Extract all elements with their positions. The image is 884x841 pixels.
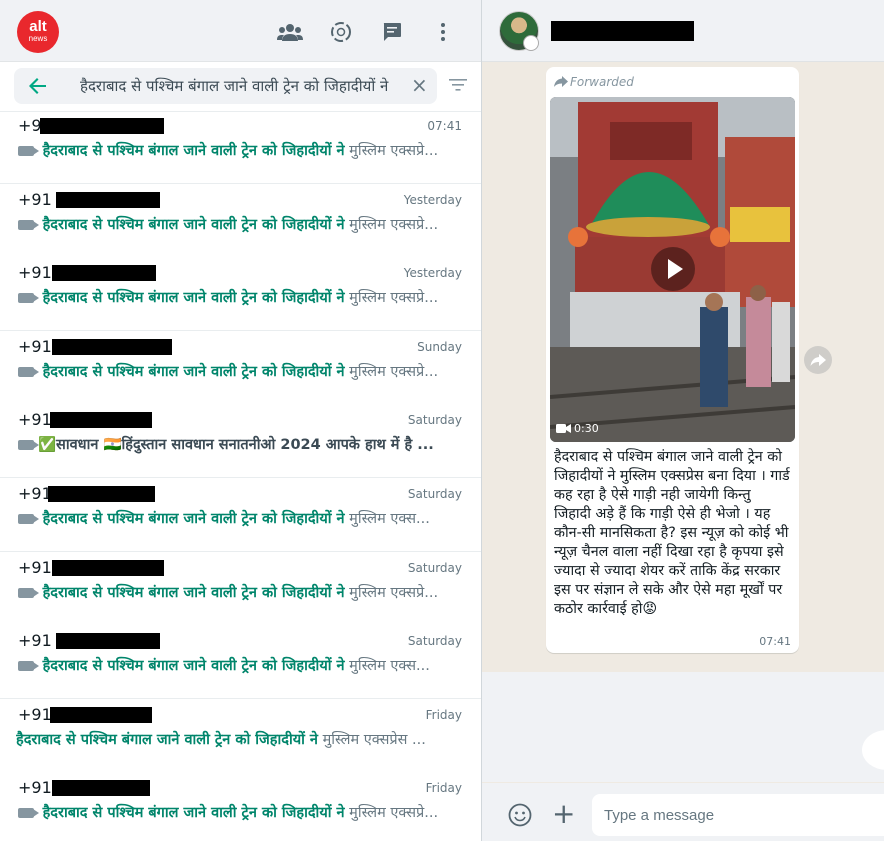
search-input[interactable]: हैदराबाद से पश्चिम बंगाल जाने वाली ट्रेन… [14, 68, 437, 104]
share-arrow-icon [810, 354, 826, 366]
redaction-bar [551, 21, 694, 41]
video-duration: 0:30 [574, 422, 599, 435]
chat-list-pane: alt news हैदराबाद से पश्चिम बंगाल जाने व… [0, 0, 481, 841]
chat-time: Saturday [407, 487, 462, 501]
chat-preview: हैदराबाद से पश्चिम बंगाल जाने वाली ट्रेन… [18, 582, 460, 604]
search-query[interactable]: हैदराबाद से पश्चिम बंगाल जाने वाली ट्रेन… [80, 76, 406, 96]
chat-row[interactable]: +91 8 Saturday हैदराबाद से पश्चिम बंगाल … [0, 625, 481, 699]
conversation-pane: Forwarded 0:30 हैदराबाद से पश्चिम बंगाल … [481, 0, 884, 841]
message-input[interactable] [592, 794, 884, 836]
message-time: 07:41 [759, 635, 791, 648]
emoji-icon[interactable] [508, 803, 532, 827]
chat-time: Sunday [417, 340, 462, 354]
chat-name: +91 [18, 337, 52, 356]
chat-preview: हैदराबाद से पश्चिम बंगाल जाने वाली ट्रेन… [18, 140, 460, 162]
chat-preview: हैदराबाद से पश्चिम बंगाल जाने वाली ट्रेन… [18, 214, 460, 236]
left-header: alt news [0, 0, 481, 62]
redaction-bar [50, 412, 152, 428]
attach-button[interactable]: + [552, 800, 575, 828]
video-icon [18, 440, 39, 450]
chat-row[interactable]: +91 Yesterday हैदराबाद से पश्चिम बंगाल ज… [0, 257, 481, 331]
redaction-bar [48, 486, 155, 502]
chat-name: +91 [18, 484, 52, 503]
video-icon [18, 588, 39, 598]
redaction-bar [56, 633, 160, 649]
redaction-bar [56, 192, 160, 208]
video-icon [18, 146, 39, 156]
chat-row[interactable]: +91 07:41 हैदराबाद से पश्चिम बंगाल जाने … [0, 112, 481, 184]
chat-row[interactable]: +91 Sunday हैदराबाद से पश्चिम बंगाल जाने… [0, 331, 481, 405]
video-camera-icon [556, 424, 571, 433]
redaction-bar [52, 780, 150, 796]
video-icon [18, 514, 39, 524]
logo-subtext: news [28, 34, 48, 43]
chat-preview: हैदराबाद से पश्चिम बंगाल जाने वाली ट्रेन… [18, 655, 460, 677]
search-bar: हैदराबाद से पश्चिम बंगाल जाने वाली ट्रेन… [0, 62, 481, 112]
conversation-header[interactable] [482, 0, 884, 62]
redaction-bar [50, 707, 152, 723]
status-icon[interactable] [328, 19, 354, 45]
chat-time: Yesterday [403, 266, 462, 280]
chat-time: 07:41 [427, 119, 462, 133]
chat-row[interactable]: +91 Friday हैदराबाद से पश्चिम बंगाल जाने… [0, 699, 481, 773]
redaction-bar [52, 265, 156, 281]
logo-text: alt [29, 18, 47, 35]
chat-preview: हैदराबाद से पश्चिम बंगाल जाने वाली ट्रेन… [16, 732, 426, 748]
status-ring-icon [523, 35, 539, 51]
filter-icon[interactable] [449, 78, 467, 92]
chat-row[interactable]: +91 Saturday हैदराबाद से पश्चिम बंगाल जा… [0, 552, 481, 626]
redaction-bar [52, 339, 172, 355]
video-icon [18, 808, 39, 818]
chat-time: Friday [425, 708, 462, 722]
clear-search-icon[interactable]: × [411, 74, 428, 96]
chat-list: +91 07:41 हैदराबाद से पश्चिम बंगाल जाने … [0, 112, 481, 841]
composer-spacer [482, 672, 884, 782]
play-button[interactable] [651, 247, 695, 291]
video-icon [18, 661, 39, 671]
redaction-bar [52, 560, 164, 576]
video-icon [18, 367, 39, 377]
redaction-bar [40, 118, 164, 134]
community-icon[interactable] [277, 19, 303, 45]
chat-preview: हैदराबाद से पश्चिम बंगाल जाने वाली ट्रेन… [18, 802, 460, 824]
profile-avatar[interactable]: alt news [17, 11, 59, 53]
forward-arrow-icon [554, 76, 568, 87]
chat-row[interactable]: +91 Saturday हैदराबाद से पश्चिम बंगाल जा… [0, 478, 481, 552]
forward-message-button[interactable] [804, 346, 832, 374]
chat-name: +91 [18, 778, 52, 797]
menu-icon[interactable] [430, 19, 456, 45]
chat-name: +91 [18, 705, 52, 724]
video-thumbnail[interactable]: 0:30 [550, 97, 795, 442]
chat-time: Yesterday [403, 193, 462, 207]
composer: + [482, 783, 884, 841]
chat-preview: हैदराबाद से पश्चिम बंगाल जाने वाली ट्रेन… [18, 361, 460, 383]
chat-name: +91 [18, 558, 52, 577]
chat-preview: हैदराबाद से पश्चिम बंगाल जाने वाली ट्रेन… [18, 508, 460, 530]
chat-time: Saturday [407, 561, 462, 575]
back-arrow-icon[interactable] [26, 75, 50, 97]
chat-time: Saturday [407, 634, 462, 648]
chat-row[interactable]: +91 Saturday ✅सावधान 🇮🇳हिंदुस्तान सावधान… [0, 404, 481, 478]
message-caption: हैदराबाद से पश्चिम बंगाल जाने वाली ट्रेन… [554, 449, 790, 617]
chat-time: Friday [425, 781, 462, 795]
chat-name: +91 [18, 410, 52, 429]
chat-preview: ✅सावधान 🇮🇳हिंदुस्तान सावधान सनातनीओ 2024… [18, 434, 460, 456]
chat-row[interactable]: +91 Friday हैदराबाद से पश्चिम बंगाल जाने… [0, 772, 481, 841]
chat-time: Saturday [407, 413, 462, 427]
message-bubble[interactable]: Forwarded 0:30 हैदराबाद से पश्चिम बंगाल … [546, 67, 799, 653]
video-icon [18, 220, 39, 230]
video-icon [18, 293, 39, 303]
forwarded-label: Forwarded [570, 75, 634, 89]
new-chat-icon[interactable] [379, 19, 405, 45]
chat-name: +91 [18, 263, 52, 282]
chat-row[interactable]: +91 9 Yesterday हैदराबाद से पश्चिम बंगाल… [0, 184, 481, 258]
chat-preview: हैदराबाद से पश्चिम बंगाल जाने वाली ट्रेन… [18, 287, 460, 309]
